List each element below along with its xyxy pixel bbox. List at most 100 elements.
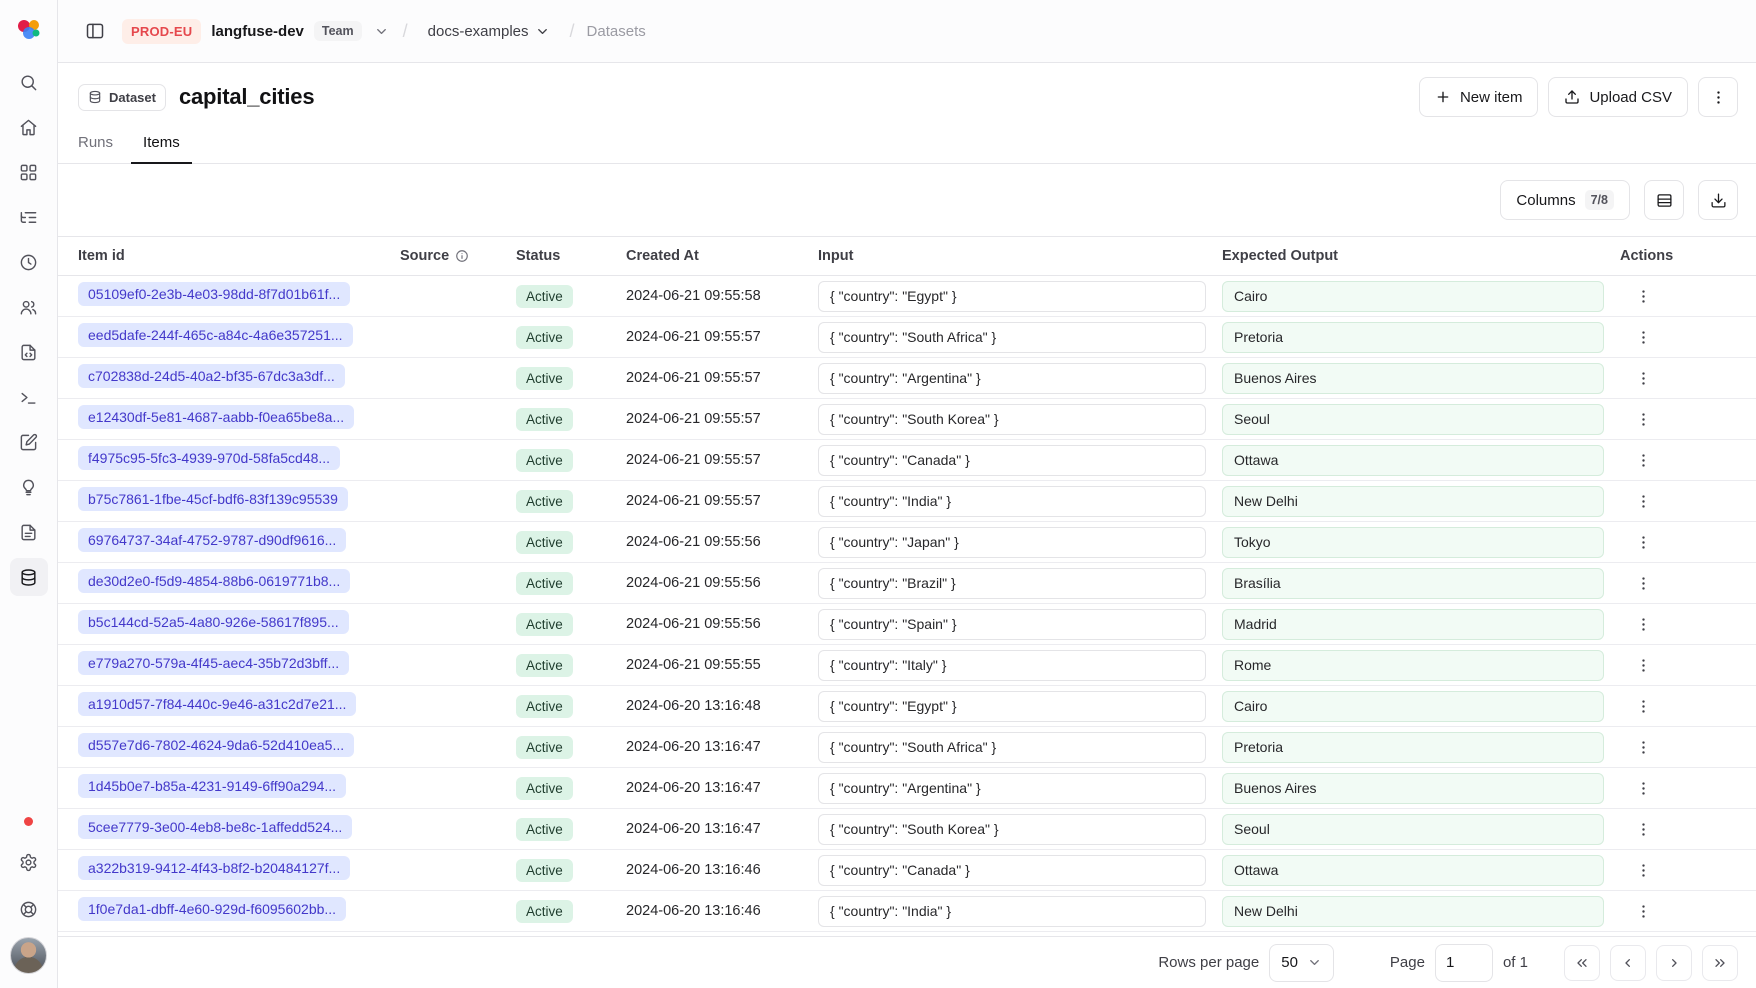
- breadcrumb-section[interactable]: Datasets: [587, 23, 646, 40]
- sidebar-item-tracing[interactable]: [10, 198, 48, 236]
- sidebar-item-users[interactable]: [10, 288, 48, 326]
- item-id-link[interactable]: 5cee7779-3e00-4eb8-be8c-1affedd524...: [78, 815, 352, 839]
- row-actions-button[interactable]: [1626, 525, 1660, 559]
- expected-output-value[interactable]: Madrid: [1222, 609, 1604, 640]
- item-id-link[interactable]: b75c7861-1fbe-45cf-bdf6-83f139c95539: [78, 487, 348, 511]
- input-value[interactable]: { "country": "Argentina" }: [818, 773, 1206, 804]
- item-id-link[interactable]: f4975c95-5fc3-4939-970d-58fa5cd48...: [78, 446, 340, 470]
- row-actions-button[interactable]: [1626, 361, 1660, 395]
- row-actions-button[interactable]: [1626, 853, 1660, 887]
- expected-output-value[interactable]: Buenos Aires: [1222, 773, 1604, 804]
- org-dropdown-button[interactable]: [372, 22, 391, 41]
- expected-output-value[interactable]: Rome: [1222, 650, 1604, 681]
- row-actions-button[interactable]: [1626, 484, 1660, 518]
- input-value[interactable]: { "country": "Egypt" }: [818, 281, 1206, 312]
- expected-output-value[interactable]: Buenos Aires: [1222, 363, 1604, 394]
- sidebar-toggle-button[interactable]: [78, 14, 112, 48]
- new-item-button[interactable]: New item: [1419, 77, 1539, 117]
- expected-output-value[interactable]: Ottawa: [1222, 445, 1604, 476]
- sidebar-item-search[interactable]: [10, 63, 48, 101]
- item-id-link[interactable]: 1d45b0e7-b85a-4231-9149-6ff90a294...: [78, 774, 346, 798]
- row-actions-button[interactable]: [1626, 812, 1660, 846]
- expected-output-value[interactable]: Ottawa: [1222, 855, 1604, 886]
- row-actions-button[interactable]: [1626, 607, 1660, 641]
- row-actions-button[interactable]: [1626, 771, 1660, 805]
- last-page-button[interactable]: [1702, 945, 1738, 981]
- item-id-link[interactable]: e779a270-579a-4f45-aec4-35b72d3bff...: [78, 651, 349, 675]
- row-actions-button[interactable]: [1626, 443, 1660, 477]
- sidebar-item-annotation[interactable]: [10, 423, 48, 461]
- export-button[interactable]: [1698, 180, 1738, 220]
- user-avatar[interactable]: [10, 937, 47, 974]
- input-value[interactable]: { "country": "South Korea" }: [818, 404, 1206, 435]
- row-height-button[interactable]: [1644, 180, 1684, 220]
- expected-output-value[interactable]: Cairo: [1222, 691, 1604, 722]
- item-id-link[interactable]: 05109ef0-2e3b-4e03-98dd-8f7d01b61f...: [78, 282, 350, 306]
- more-actions-button[interactable]: [1698, 77, 1738, 117]
- upload-csv-button[interactable]: Upload CSV: [1548, 77, 1688, 117]
- sidebar-item-insights[interactable]: [10, 468, 48, 506]
- row-actions-button[interactable]: [1626, 730, 1660, 764]
- expected-output-value[interactable]: Pretoria: [1222, 732, 1604, 763]
- input-value[interactable]: { "country": "South Korea" }: [818, 814, 1206, 845]
- langfuse-logo[interactable]: [11, 11, 47, 47]
- item-id-link[interactable]: 1f0e7da1-dbff-4e60-929d-f6095602bb...: [78, 897, 346, 921]
- item-id-link[interactable]: a322b319-9412-4f43-b8f2-b20484127f...: [78, 856, 350, 880]
- item-id-link[interactable]: 69764737-34af-4752-9787-d90df9616...: [78, 528, 346, 552]
- page-number-input[interactable]: [1435, 944, 1493, 982]
- input-value[interactable]: { "country": "Italy" }: [818, 650, 1206, 681]
- row-actions-button[interactable]: [1626, 648, 1660, 682]
- input-value[interactable]: { "country": "South Africa" }: [818, 732, 1206, 763]
- next-page-button[interactable]: [1656, 945, 1692, 981]
- row-actions-button[interactable]: [1626, 894, 1660, 928]
- input-value[interactable]: { "country": "Canada" }: [818, 855, 1206, 886]
- first-page-button[interactable]: [1564, 945, 1600, 981]
- sidebar-item-sessions[interactable]: [10, 243, 48, 281]
- rows-per-page-select[interactable]: 50: [1269, 944, 1334, 982]
- expected-output-value[interactable]: Seoul: [1222, 404, 1604, 435]
- sidebar-item-prompts[interactable]: [10, 333, 48, 371]
- previous-page-button[interactable]: [1610, 945, 1646, 981]
- item-id-link[interactable]: de30d2e0-f5d9-4854-88b6-0619771b8...: [78, 569, 350, 593]
- row-actions-button[interactable]: [1626, 566, 1660, 600]
- project-dropdown-button[interactable]: docs-examples: [420, 17, 558, 46]
- expected-output-value[interactable]: Seoul: [1222, 814, 1604, 845]
- item-id-link[interactable]: eed5dafe-244f-465c-a84c-4a6e357251...: [78, 323, 353, 347]
- row-actions-button[interactable]: [1626, 279, 1660, 313]
- tab-runs[interactable]: Runs: [66, 123, 125, 164]
- input-value[interactable]: { "country": "Egypt" }: [818, 691, 1206, 722]
- columns-button[interactable]: Columns 7/8: [1500, 180, 1630, 220]
- expected-output-value[interactable]: New Delhi: [1222, 486, 1604, 517]
- org-name[interactable]: langfuse-dev: [211, 23, 304, 40]
- row-actions-button[interactable]: [1626, 689, 1660, 723]
- item-id-link[interactable]: c702838d-24d5-40a2-bf35-67dc3a3df...: [78, 364, 345, 388]
- expected-output-value[interactable]: Brasília: [1222, 568, 1604, 599]
- expected-output-value[interactable]: Pretoria: [1222, 322, 1604, 353]
- item-id-link[interactable]: b5c144cd-52a5-4a80-926e-58617f895...: [78, 610, 349, 634]
- input-value[interactable]: { "country": "Brazil" }: [818, 568, 1206, 599]
- info-icon[interactable]: [455, 249, 469, 263]
- sidebar-item-home[interactable]: [10, 108, 48, 146]
- input-value[interactable]: { "country": "India" }: [818, 486, 1206, 517]
- sidebar-item-datasets[interactable]: [10, 558, 48, 596]
- row-actions-button[interactable]: [1626, 402, 1660, 436]
- expected-output-value[interactable]: Cairo: [1222, 281, 1604, 312]
- row-actions-button[interactable]: [1626, 320, 1660, 354]
- sidebar-item-settings[interactable]: [10, 843, 48, 881]
- sidebar-item-playground[interactable]: [10, 378, 48, 416]
- item-id-link[interactable]: d557e7d6-7802-4624-9da6-52d410ea5...: [78, 733, 354, 757]
- tab-items[interactable]: Items: [131, 123, 192, 164]
- sidebar-item-evaluation[interactable]: [10, 513, 48, 551]
- input-value[interactable]: { "country": "Argentina" }: [818, 363, 1206, 394]
- input-value[interactable]: { "country": "Spain" }: [818, 609, 1206, 640]
- expected-output-value[interactable]: Tokyo: [1222, 527, 1604, 558]
- input-value[interactable]: { "country": "Japan" }: [818, 527, 1206, 558]
- sidebar-item-dashboard[interactable]: [10, 153, 48, 191]
- input-value[interactable]: { "country": "South Africa" }: [818, 322, 1206, 353]
- expected-output-value[interactable]: New Delhi: [1222, 896, 1604, 927]
- input-value[interactable]: { "country": "India" }: [818, 896, 1206, 927]
- sidebar-item-support[interactable]: [10, 890, 48, 928]
- item-id-link[interactable]: a1910d57-7f84-440c-9e46-a31c2d7e21...: [78, 692, 356, 716]
- item-id-link[interactable]: e12430df-5e81-4687-aabb-f0ea65be8a...: [78, 405, 354, 429]
- input-value[interactable]: { "country": "Canada" }: [818, 445, 1206, 476]
